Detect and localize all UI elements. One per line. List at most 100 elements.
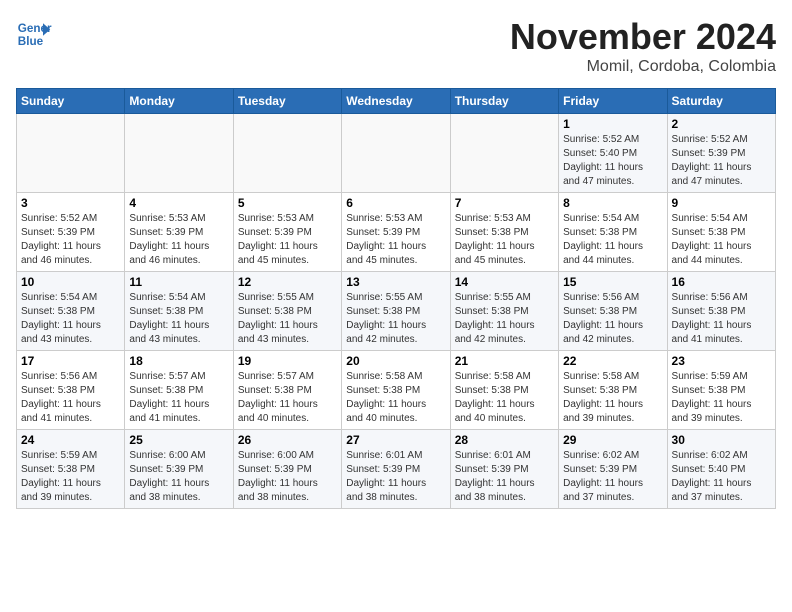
day-number: 3 — [21, 196, 120, 210]
calendar-cell: 10 Sunrise: 5:54 AM Sunset: 5:38 PM Dayli… — [17, 272, 125, 351]
day-info: Sunrise: 5:53 AM Sunset: 5:38 PM Dayligh… — [455, 212, 554, 268]
day-number: 21 — [455, 354, 554, 368]
calendar-cell: 8 Sunrise: 5:54 AM Sunset: 5:38 PM Daylig… — [559, 193, 667, 272]
calendar-subtitle: Momil, Cordoba, Colombia — [510, 58, 776, 76]
calendar-cell: 14 Sunrise: 5:55 AM Sunset: 5:38 PM Dayli… — [450, 272, 558, 351]
calendar-cell: 18Sunrise: 5:57 AM Sunset: 5:38 PM Dayli… — [125, 351, 233, 430]
weekday-header-friday: Friday — [559, 89, 667, 114]
calendar-cell — [233, 114, 341, 193]
calendar-cell: 7 Sunrise: 5:53 AM Sunset: 5:38 PM Daylig… — [450, 193, 558, 272]
day-number: 17 — [21, 354, 120, 368]
day-info: Sunrise: 5:54 AM Sunset: 5:38 PM Dayligh… — [563, 212, 662, 268]
day-info: Sunrise: 5:52 AM Sunset: 5:39 PM Dayligh… — [672, 133, 771, 189]
day-number: 30 — [672, 433, 771, 447]
calendar-week-4: 24Sunrise: 5:59 AM Sunset: 5:38 PM Dayli… — [17, 430, 776, 509]
calendar-week-1: 3 Sunrise: 5:52 AM Sunset: 5:39 PM Daylig… — [17, 193, 776, 272]
calendar-cell: 20 Sunrise: 5:58 AM Sunset: 5:38 PM Dayli… — [342, 351, 450, 430]
calendar-cell — [17, 114, 125, 193]
calendar-cell: 5 Sunrise: 5:53 AM Sunset: 5:39 PM Daylig… — [233, 193, 341, 272]
day-info: Sunrise: 5:56 AM Sunset: 5:38 PM Dayligh… — [21, 370, 120, 426]
day-info: Sunrise: 6:01 AM Sunset: 5:39 PM Dayligh… — [455, 449, 554, 505]
calendar-cell: 12 Sunrise: 5:55 AM Sunset: 5:38 PM Dayli… — [233, 272, 341, 351]
day-number: 27 — [346, 433, 445, 447]
day-number: 20 — [346, 354, 445, 368]
weekday-header-wednesday: Wednesday — [342, 89, 450, 114]
calendar-cell: 29 Sunrise: 6:02 AM Sunset: 5:39 PM Dayli… — [559, 430, 667, 509]
day-number: 5 — [238, 196, 337, 210]
day-number: 16 — [672, 275, 771, 289]
weekday-header-thursday: Thursday — [450, 89, 558, 114]
day-info: Sunrise: 6:00 AM Sunset: 5:39 PM Dayligh… — [129, 449, 228, 505]
day-number: 8 — [563, 196, 662, 210]
calendar-cell: 24Sunrise: 5:59 AM Sunset: 5:38 PM Dayli… — [17, 430, 125, 509]
weekday-header-tuesday: Tuesday — [233, 89, 341, 114]
calendar-week-2: 10 Sunrise: 5:54 AM Sunset: 5:38 PM Dayli… — [17, 272, 776, 351]
day-info: Sunrise: 5:59 AM Sunset: 5:38 PM Dayligh… — [672, 370, 771, 426]
weekday-header-row: SundayMondayTuesdayWednesdayThursdayFrid… — [17, 89, 776, 114]
day-number: 19 — [238, 354, 337, 368]
calendar-cell: 28 Sunrise: 6:01 AM Sunset: 5:39 PM Dayli… — [450, 430, 558, 509]
calendar-cell: 13 Sunrise: 5:55 AM Sunset: 5:38 PM Dayli… — [342, 272, 450, 351]
day-info: Sunrise: 5:57 AM Sunset: 5:38 PM Dayligh… — [129, 370, 228, 426]
calendar-cell: 3 Sunrise: 5:52 AM Sunset: 5:39 PM Daylig… — [17, 193, 125, 272]
title-block: November 2024 Momil, Cordoba, Colombia — [510, 16, 776, 76]
calendar-title: November 2024 — [510, 16, 776, 58]
calendar-cell: 27 Sunrise: 6:01 AM Sunset: 5:39 PM Dayli… — [342, 430, 450, 509]
day-info: Sunrise: 5:55 AM Sunset: 5:38 PM Dayligh… — [455, 291, 554, 347]
calendar-cell: 19 Sunrise: 5:57 AM Sunset: 5:38 PM Dayli… — [233, 351, 341, 430]
day-info: Sunrise: 6:01 AM Sunset: 5:39 PM Dayligh… — [346, 449, 445, 505]
day-number: 13 — [346, 275, 445, 289]
calendar-cell: 15 Sunrise: 5:56 AM Sunset: 5:38 PM Dayli… — [559, 272, 667, 351]
day-info: Sunrise: 5:55 AM Sunset: 5:38 PM Dayligh… — [238, 291, 337, 347]
day-info: Sunrise: 5:53 AM Sunset: 5:39 PM Dayligh… — [238, 212, 337, 268]
day-info: Sunrise: 6:00 AM Sunset: 5:39 PM Dayligh… — [238, 449, 337, 505]
day-number: 1 — [563, 117, 662, 131]
day-info: Sunrise: 6:02 AM Sunset: 5:39 PM Dayligh… — [563, 449, 662, 505]
day-info: Sunrise: 5:53 AM Sunset: 5:39 PM Dayligh… — [346, 212, 445, 268]
day-info: Sunrise: 6:02 AM Sunset: 5:40 PM Dayligh… — [672, 449, 771, 505]
calendar-cell: 22Sunrise: 5:58 AM Sunset: 5:38 PM Dayli… — [559, 351, 667, 430]
day-info: Sunrise: 5:54 AM Sunset: 5:38 PM Dayligh… — [129, 291, 228, 347]
logo-icon: General Blue — [16, 16, 52, 52]
day-number: 11 — [129, 275, 228, 289]
page-header: General Blue November 2024 Momil, Cordob… — [16, 16, 776, 76]
day-info: Sunrise: 5:58 AM Sunset: 5:38 PM Dayligh… — [455, 370, 554, 426]
day-info: Sunrise: 5:52 AM Sunset: 5:40 PM Dayligh… — [563, 133, 662, 189]
day-info: Sunrise: 5:58 AM Sunset: 5:38 PM Dayligh… — [346, 370, 445, 426]
day-number: 14 — [455, 275, 554, 289]
day-info: Sunrise: 5:54 AM Sunset: 5:38 PM Dayligh… — [21, 291, 120, 347]
day-number: 28 — [455, 433, 554, 447]
day-number: 4 — [129, 196, 228, 210]
calendar-cell: 30 Sunrise: 6:02 AM Sunset: 5:40 PM Dayli… — [667, 430, 775, 509]
calendar-cell: 23 Sunrise: 5:59 AM Sunset: 5:38 PM Dayli… — [667, 351, 775, 430]
day-number: 10 — [21, 275, 120, 289]
calendar-cell: 17 Sunrise: 5:56 AM Sunset: 5:38 PM Dayli… — [17, 351, 125, 430]
day-info: Sunrise: 5:54 AM Sunset: 5:38 PM Dayligh… — [672, 212, 771, 268]
day-number: 23 — [672, 354, 771, 368]
calendar-cell: 16Sunrise: 5:56 AM Sunset: 5:38 PM Dayli… — [667, 272, 775, 351]
day-info: Sunrise: 5:55 AM Sunset: 5:38 PM Dayligh… — [346, 291, 445, 347]
day-info: Sunrise: 5:56 AM Sunset: 5:38 PM Dayligh… — [563, 291, 662, 347]
calendar-cell: 25 Sunrise: 6:00 AM Sunset: 5:39 PM Dayli… — [125, 430, 233, 509]
logo: General Blue — [16, 16, 52, 52]
calendar-cell: 4 Sunrise: 5:53 AM Sunset: 5:39 PM Daylig… — [125, 193, 233, 272]
day-number: 24 — [21, 433, 120, 447]
day-number: 26 — [238, 433, 337, 447]
day-number: 7 — [455, 196, 554, 210]
day-info: Sunrise: 5:52 AM Sunset: 5:39 PM Dayligh… — [21, 212, 120, 268]
calendar-week-3: 17 Sunrise: 5:56 AM Sunset: 5:38 PM Dayli… — [17, 351, 776, 430]
day-info: Sunrise: 5:53 AM Sunset: 5:39 PM Dayligh… — [129, 212, 228, 268]
svg-text:Blue: Blue — [18, 35, 44, 48]
day-number: 12 — [238, 275, 337, 289]
calendar-cell — [342, 114, 450, 193]
day-number: 15 — [563, 275, 662, 289]
weekday-header-monday: Monday — [125, 89, 233, 114]
weekday-header-saturday: Saturday — [667, 89, 775, 114]
day-number: 29 — [563, 433, 662, 447]
day-number: 2 — [672, 117, 771, 131]
weekday-header-sunday: Sunday — [17, 89, 125, 114]
day-info: Sunrise: 5:57 AM Sunset: 5:38 PM Dayligh… — [238, 370, 337, 426]
day-number: 25 — [129, 433, 228, 447]
day-number: 22 — [563, 354, 662, 368]
calendar-cell: 9Sunrise: 5:54 AM Sunset: 5:38 PM Daylig… — [667, 193, 775, 272]
